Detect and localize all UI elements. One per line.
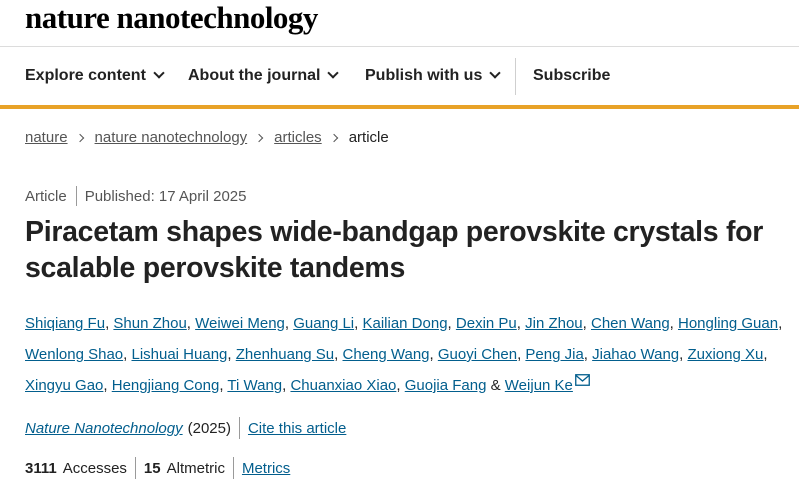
breadcrumb-current: article: [348, 129, 389, 146]
nav-publish-label: Publish with us: [365, 66, 483, 84]
author-link[interactable]: Kailian Dong: [362, 315, 447, 332]
journal-logo[interactable]: nature nanotechnology: [25, 0, 318, 36]
article-title-line2: scalable perovskite tandems: [25, 252, 406, 284]
author-separator: ,: [763, 346, 768, 363]
publication-date: Published: 17 April 2025: [84, 187, 247, 205]
altmetric-count: 15: [143, 459, 161, 477]
author-link[interactable]: Weijun Ke: [505, 377, 573, 394]
author-link[interactable]: Zhenhuang Su: [236, 346, 334, 363]
journal-link[interactable]: Nature Nanotechnology: [25, 420, 183, 437]
email-icon[interactable]: [574, 374, 590, 386]
metrics-divider: [232, 457, 234, 479]
cite-this-article-link[interactable]: Cite this article: [248, 420, 346, 437]
chevron-down-icon: [327, 67, 340, 79]
author-link[interactable]: Weiwei Meng: [195, 315, 285, 332]
nav-divider: [515, 58, 516, 95]
author-separator: ,: [429, 346, 438, 363]
nav-about-label: About the journal: [188, 66, 321, 84]
author-separator: ,: [582, 315, 591, 332]
article-title-line1: Piracetam shapes wide-bandgap perovskite…: [25, 216, 764, 248]
author-link[interactable]: Cheng Wang: [343, 346, 430, 363]
breadcrumb-nature[interactable]: nature: [25, 129, 68, 146]
author-separator: ,: [396, 377, 405, 394]
metrics-divider: [134, 457, 136, 479]
altmetric-label: Altmetric: [166, 459, 225, 477]
author-and: &: [486, 377, 505, 394]
author-link[interactable]: Lishuai Huang: [131, 346, 227, 363]
chevron-down-icon: [153, 67, 165, 79]
chevron-down-icon: [489, 67, 502, 79]
author-link[interactable]: Chuanxiao Xiao: [290, 377, 396, 394]
chevron-right-icon: [254, 133, 264, 142]
author-link[interactable]: Chen Wang: [591, 315, 670, 332]
author-link[interactable]: Peng Jia: [525, 346, 583, 363]
author-link[interactable]: Shiqiang Fu: [25, 315, 105, 332]
article-metrics: 3111 Accesses 15 Altmetric Metrics: [25, 457, 290, 479]
nav-explore-content[interactable]: Explore content: [25, 46, 165, 105]
article-type: Article: [25, 187, 67, 205]
nav-about-journal[interactable]: About the journal: [188, 46, 340, 105]
author-separator: ,: [284, 315, 294, 332]
author-link[interactable]: Ti Wang: [227, 377, 282, 394]
author-separator: ,: [186, 315, 196, 332]
author-separator: ,: [516, 315, 526, 332]
breadcrumb: nature nature nanotechnology articles ar…: [25, 129, 389, 146]
author-separator: ,: [583, 346, 593, 363]
nav-subscribe[interactable]: Subscribe: [533, 46, 610, 105]
metrics-link[interactable]: Metrics: [242, 460, 290, 477]
author-link[interactable]: Jiahao Wang: [592, 346, 679, 363]
accesses-label: Accesses: [62, 459, 127, 477]
author-link[interactable]: Zuxiong Xu: [687, 346, 763, 363]
author-link[interactable]: Guoyi Chen: [438, 346, 517, 363]
breadcrumb-nature-nanotechnology[interactable]: nature nanotechnology: [95, 129, 248, 146]
nav-publish-with-us[interactable]: Publish with us: [365, 46, 502, 105]
citation-year: (2025): [187, 419, 231, 437]
author-link[interactable]: Hengjiang Cong: [112, 377, 220, 394]
meta-divider: [75, 186, 77, 206]
author-separator: ,: [103, 377, 112, 394]
chevron-right-icon: [329, 133, 338, 142]
author-separator: ,: [669, 315, 678, 332]
author-link[interactable]: Jin Zhou: [525, 315, 583, 332]
article-title: Piracetam shapes wide-bandgap perovskite…: [25, 214, 795, 286]
author-separator: ,: [778, 315, 783, 332]
author-link[interactable]: Guang Li: [293, 315, 354, 332]
author-link[interactable]: Wenlong Shao: [25, 346, 123, 363]
nav-subscribe-label: Subscribe: [533, 66, 611, 84]
breadcrumb-articles[interactable]: articles: [274, 129, 322, 146]
accesses-count: 3111: [25, 459, 57, 477]
nav-explore-label: Explore content: [25, 66, 146, 84]
main-navigation: Explore content About the journal Publis…: [0, 46, 799, 109]
chevron-right-icon: [75, 133, 84, 142]
citation-divider: [238, 417, 240, 439]
author-link[interactable]: Dexin Pu: [456, 315, 517, 332]
article-meta: Article Published: 17 April 2025: [25, 186, 246, 206]
author-list: Shiqiang Fu, Shun Zhou, Weiwei Meng, Gua…: [25, 308, 785, 401]
author-separator: ,: [227, 346, 236, 363]
citation-line: Nature Nanotechnology (2025) Cite this a…: [25, 417, 346, 439]
author-link[interactable]: Shun Zhou: [113, 315, 186, 332]
author-separator: ,: [334, 346, 343, 363]
author-link[interactable]: Xingyu Gao: [25, 377, 103, 394]
author-link[interactable]: Hongling Guan: [678, 315, 778, 332]
author-separator: ,: [447, 315, 456, 332]
author-link[interactable]: Guojia Fang: [405, 377, 487, 394]
